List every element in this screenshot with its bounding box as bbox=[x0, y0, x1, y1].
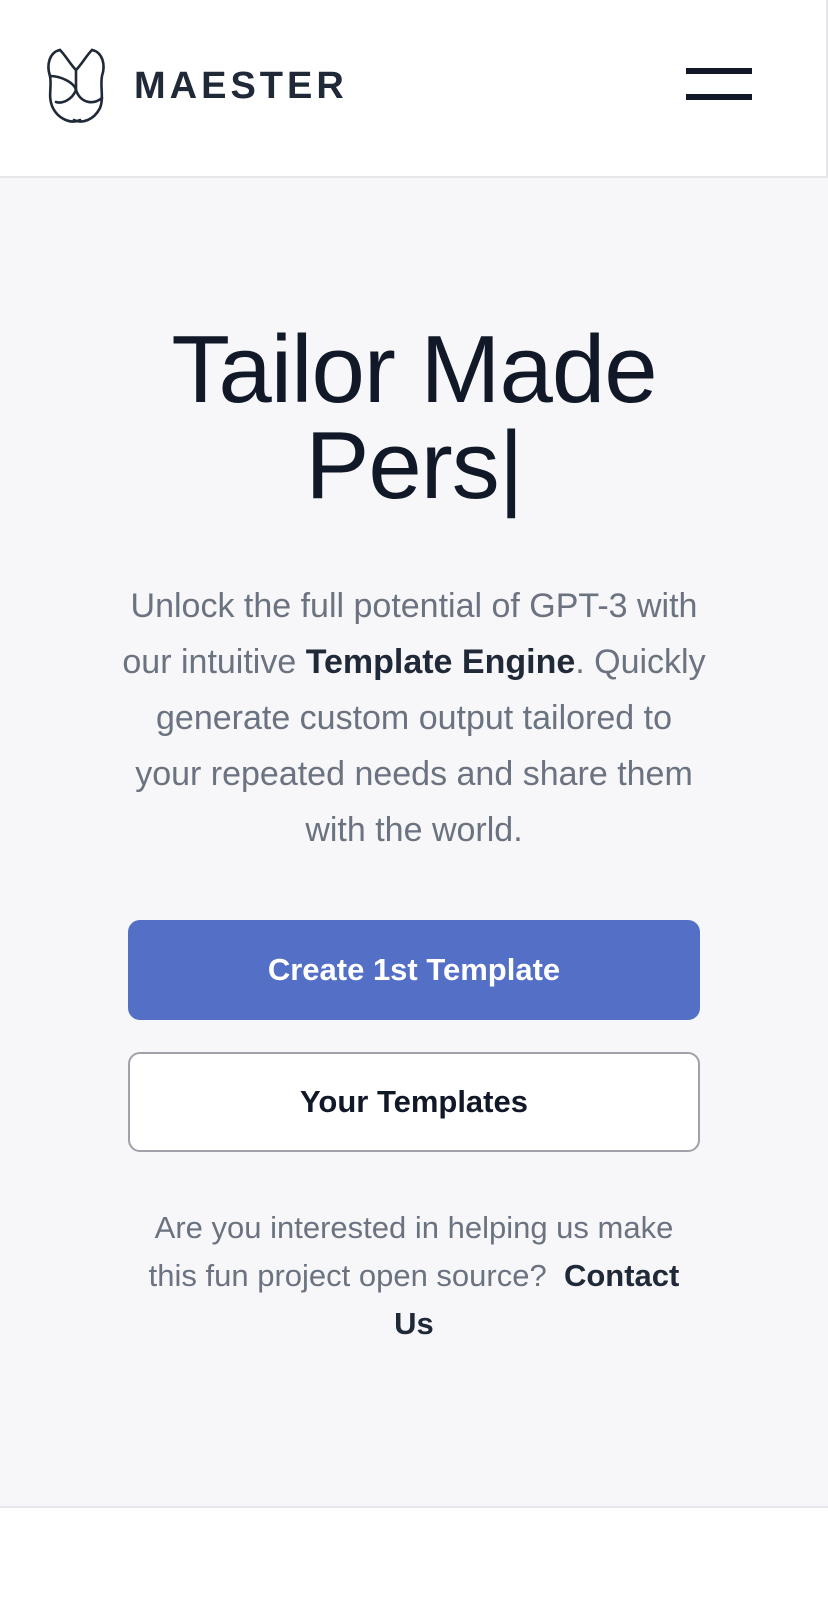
hero-section: Tailor Made Pers| Unlock the full potent… bbox=[0, 178, 828, 1508]
brand-logo[interactable]: MAESTER bbox=[46, 46, 348, 126]
your-templates-button[interactable]: Your Templates bbox=[128, 1052, 700, 1152]
site-footer bbox=[0, 1508, 828, 1600]
brand-name: MAESTER bbox=[134, 64, 348, 107]
typing-text: Pers bbox=[305, 412, 499, 519]
hero-title-line-1: Tailor Made bbox=[171, 316, 657, 423]
open-source-note: Are you interested in helping us make th… bbox=[128, 1204, 700, 1348]
hero-title: Tailor Made Pers| bbox=[0, 322, 828, 514]
template-engine-highlight: Template Engine bbox=[305, 643, 576, 681]
hero-title-line-2: Pers| bbox=[0, 418, 828, 514]
hamburger-menu-button[interactable] bbox=[686, 66, 752, 104]
hero-description: Unlock the full potential of GPT-3 with … bbox=[120, 578, 708, 858]
create-first-template-button[interactable]: Create 1st Template bbox=[128, 920, 700, 1020]
site-header: MAESTER bbox=[0, 0, 828, 178]
hamburger-menu-icon bbox=[686, 68, 752, 74]
heart-shield-logo-icon bbox=[47, 48, 105, 123]
hamburger-menu-icon-bar bbox=[686, 94, 752, 100]
typing-cursor: | bbox=[498, 412, 524, 519]
